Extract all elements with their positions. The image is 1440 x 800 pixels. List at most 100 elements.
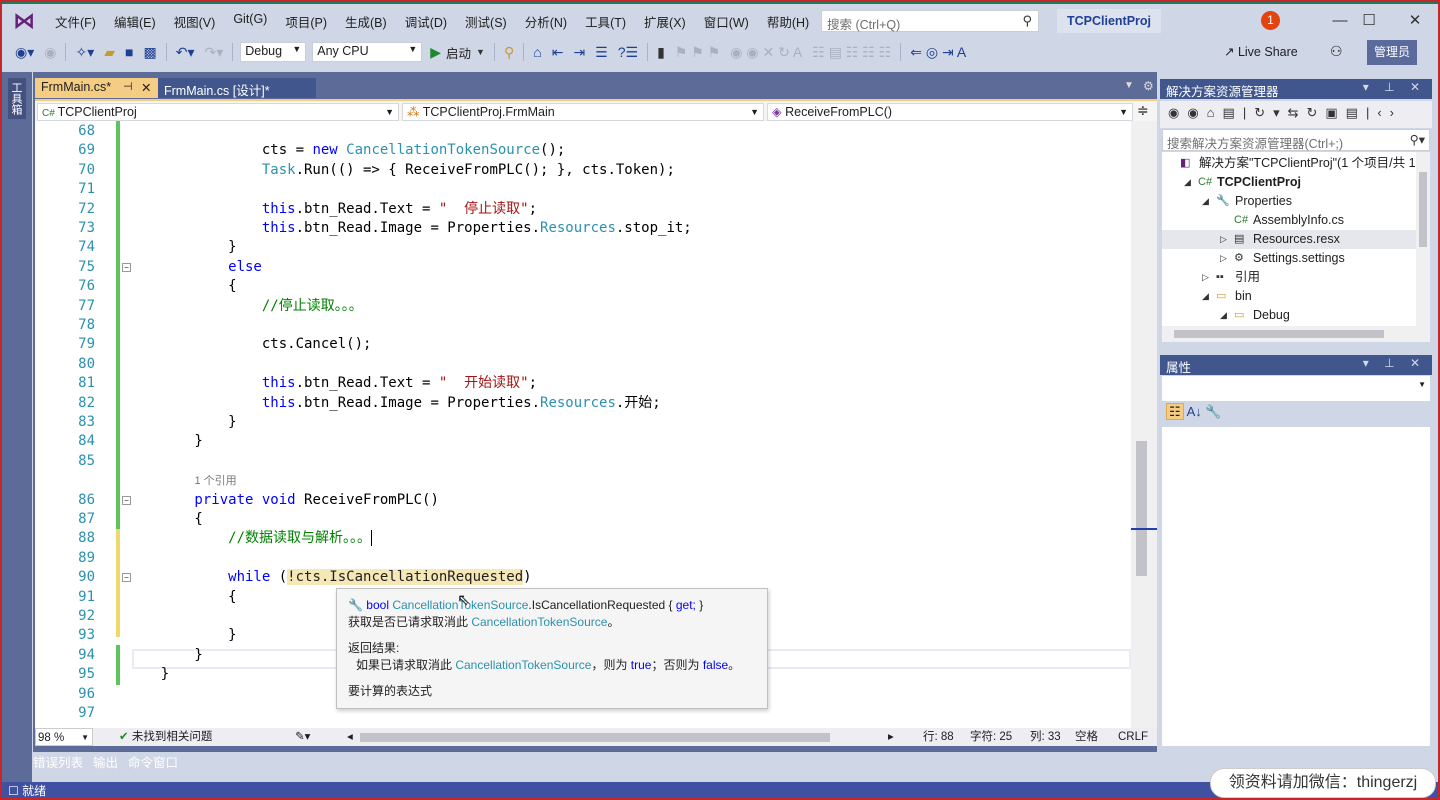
- tree-item[interactable]: ◢ ▭ Debug: [1162, 306, 1416, 325]
- code-line[interactable]: 90 while (!cts.IsCancellationRequested) −: [35, 568, 1131, 587]
- forward-icon[interactable]: ◉: [39, 44, 61, 61]
- eol-indicator[interactable]: CRLF: [1118, 728, 1148, 746]
- redo-icon[interactable]: ↷▾: [199, 44, 228, 61]
- code-line[interactable]: 70 Task.Run(() => { ReceiveFromPLC(); },…: [35, 161, 1131, 180]
- code-line[interactable]: 73 this.btn_Read.Image = Properties.Reso…: [35, 219, 1131, 238]
- tt-ret-class[interactable]: CancellationTokenSource: [455, 658, 591, 672]
- configuration-dropdown[interactable]: Debug ▼: [240, 42, 307, 62]
- tab-frmmain-cs[interactable]: FrmMain.cs* ⊣ ✕: [35, 78, 158, 98]
- navigate-icons[interactable]: ◉ ◉ ✕ ↻ A: [725, 44, 807, 61]
- col-indicator[interactable]: 列: 33: [1030, 728, 1061, 746]
- solution-search-input[interactable]: 搜索解决方案资源管理器(Ctrl+;) ⚲▾: [1162, 129, 1430, 151]
- close-button[interactable]: ✕: [1400, 8, 1430, 34]
- indent-icon[interactable]: ⇥: [568, 44, 590, 61]
- live-share-button[interactable]: ↗ Live Share: [1224, 44, 1298, 59]
- member-dropdown[interactable]: ◈ ReceiveFromPLC() ▼: [767, 103, 1133, 121]
- property-pages-icon[interactable]: 🔧: [1205, 404, 1221, 419]
- categorized-icon[interactable]: ☷: [1166, 403, 1184, 420]
- code-line[interactable]: 89: [35, 549, 1131, 568]
- tree-item[interactable]: ▷ ▪▪ 引用: [1162, 268, 1416, 287]
- collapse-icon[interactable]: ◢: [1220, 306, 1227, 325]
- tree-item[interactable]: ◢ 🔧 Properties: [1162, 192, 1416, 211]
- menu-item[interactable]: 编辑(E): [105, 12, 165, 31]
- solution-vertical-scrollbar[interactable]: [1416, 152, 1430, 326]
- platform-dropdown[interactable]: Any CPU ▼: [312, 42, 423, 62]
- project-dropdown[interactable]: C# TCPClientProj ▼: [37, 103, 399, 121]
- code-line[interactable]: 79 cts.Cancel();: [35, 335, 1131, 354]
- settings-gear-icon[interactable]: ⚙: [1143, 79, 1154, 93]
- code-line[interactable]: 68: [35, 122, 1131, 141]
- code-line[interactable]: 77 //停止读取。。。: [35, 297, 1131, 316]
- maximize-button[interactable]: ☐: [1354, 8, 1384, 34]
- code-line[interactable]: 78: [35, 316, 1131, 335]
- chevron-down-icon[interactable]: ▼: [471, 47, 490, 57]
- scroll-right-icon[interactable]: ▸: [888, 728, 894, 746]
- menu-item[interactable]: 帮助(H): [758, 12, 818, 31]
- line-indicator[interactable]: 行: 88: [923, 728, 954, 746]
- close-tab-icon[interactable]: ✕: [141, 80, 151, 95]
- undo-icon[interactable]: ↶▾: [171, 44, 200, 61]
- pin-icon[interactable]: ⊣: [123, 80, 133, 93]
- menu-item[interactable]: 视图(V): [165, 12, 225, 31]
- code-line[interactable]: 84 }: [35, 432, 1131, 451]
- alphabetical-icon[interactable]: A↓: [1187, 404, 1202, 419]
- codelens-row[interactable]: 1 个引用: [35, 471, 1131, 490]
- bookmark-icon[interactable]: ▮: [652, 44, 670, 61]
- search-input[interactable]: 搜索 (Ctrl+Q) ⚲: [821, 10, 1039, 32]
- code-line[interactable]: 71: [35, 180, 1131, 199]
- code-cleanup-icon[interactable]: ✎▾: [295, 728, 310, 746]
- expand-icon[interactable]: ▷: [1220, 249, 1227, 268]
- menu-item[interactable]: 文件(F): [46, 12, 105, 31]
- tree-item[interactable]: ◢ ▭ bin: [1162, 287, 1416, 306]
- collapse-icon[interactable]: ◢: [1184, 173, 1191, 192]
- code-line[interactable]: 72 this.btn_Read.Text = " 停止读取";: [35, 200, 1131, 219]
- outdent-icon[interactable]: ⇤: [547, 44, 569, 61]
- toolbox-tab[interactable]: 工具箱: [8, 78, 26, 119]
- notification-badge[interactable]: 1: [1261, 11, 1280, 30]
- extra-tools-icons[interactable]: ⇐ ◎ ⇥ A: [905, 44, 971, 61]
- bookmark-prev-icon[interactable]: ⚑ ⚑ ⚑: [670, 44, 725, 61]
- issues-indicator[interactable]: ✔ 未找到相关问题: [119, 728, 212, 746]
- tt-desc-class[interactable]: CancellationTokenSource: [471, 615, 607, 629]
- panel-window-buttons-icon[interactable]: ▾ ⊥ ✕: [1363, 80, 1426, 94]
- layout-icons[interactable]: ☷ ▤ ☷ ☷ ☷: [807, 44, 896, 61]
- solution-horizontal-scrollbar[interactable]: [1162, 326, 1430, 342]
- menu-item[interactable]: 窗口(W): [695, 12, 758, 31]
- spaces-indicator[interactable]: 空格: [1075, 728, 1098, 746]
- expand-icon[interactable]: ▷: [1220, 230, 1227, 249]
- collapse-icon[interactable]: ◢: [1202, 287, 1209, 306]
- tab-command-window[interactable]: 命令窗口: [128, 752, 178, 771]
- zoom-dropdown[interactable]: 98 % ▼: [35, 728, 93, 746]
- solution-explorer-toolbar[interactable]: ◉◉⌂▤|↻▾⇆↻▣▤|‹›: [1160, 101, 1432, 128]
- code-line[interactable]: 82 this.btn_Read.Image = Properties.Reso…: [35, 394, 1131, 413]
- find-icon[interactable]: ⚲: [499, 44, 519, 61]
- code-line[interactable]: 69 cts = new CancellationTokenSource();: [35, 141, 1131, 160]
- collapse-icon[interactable]: −: [122, 495, 131, 505]
- menu-item[interactable]: 生成(B): [336, 12, 396, 31]
- panel-window-buttons-icon[interactable]: ▾ ⊥ ✕: [1363, 356, 1426, 370]
- collapse-icon[interactable]: −: [122, 573, 131, 583]
- menu-item[interactable]: 扩展(X): [635, 12, 695, 31]
- menu-item[interactable]: 调试(D): [396, 12, 456, 31]
- tab-frmmain-designer[interactable]: FrmMain.cs [设计]*: [158, 78, 316, 98]
- code-line[interactable]: 85: [35, 452, 1131, 471]
- back-icon[interactable]: ◉▾: [10, 44, 39, 61]
- start-button[interactable]: 启动: [446, 43, 471, 62]
- admin-badge[interactable]: 管理员: [1367, 40, 1417, 65]
- tab-output[interactable]: 输出: [93, 752, 118, 771]
- code-line[interactable]: 88 //数据读取与解析。。。: [35, 529, 1131, 548]
- tree-item[interactable]: ◢ C# TCPClientProj: [1162, 173, 1416, 192]
- comment-icon[interactable]: ☰: [590, 44, 613, 61]
- tab-error-list[interactable]: 错误列表: [33, 752, 83, 771]
- save-icon[interactable]: ■: [120, 44, 138, 60]
- minimize-button[interactable]: —: [1325, 8, 1355, 34]
- feedback-icon[interactable]: ⚇: [1330, 43, 1343, 60]
- code-line[interactable]: 80: [35, 355, 1131, 374]
- save-all-icon[interactable]: ▩: [138, 44, 161, 61]
- references-codelens[interactable]: 1 个引用: [194, 475, 236, 487]
- char-indicator[interactable]: 字符: 25: [970, 728, 1012, 746]
- object-selector-dropdown[interactable]: ▼: [1418, 380, 1426, 389]
- vertical-scrollbar[interactable]: [1131, 121, 1157, 728]
- expand-icon[interactable]: ▷: [1202, 268, 1209, 287]
- collapse-icon[interactable]: −: [122, 262, 131, 272]
